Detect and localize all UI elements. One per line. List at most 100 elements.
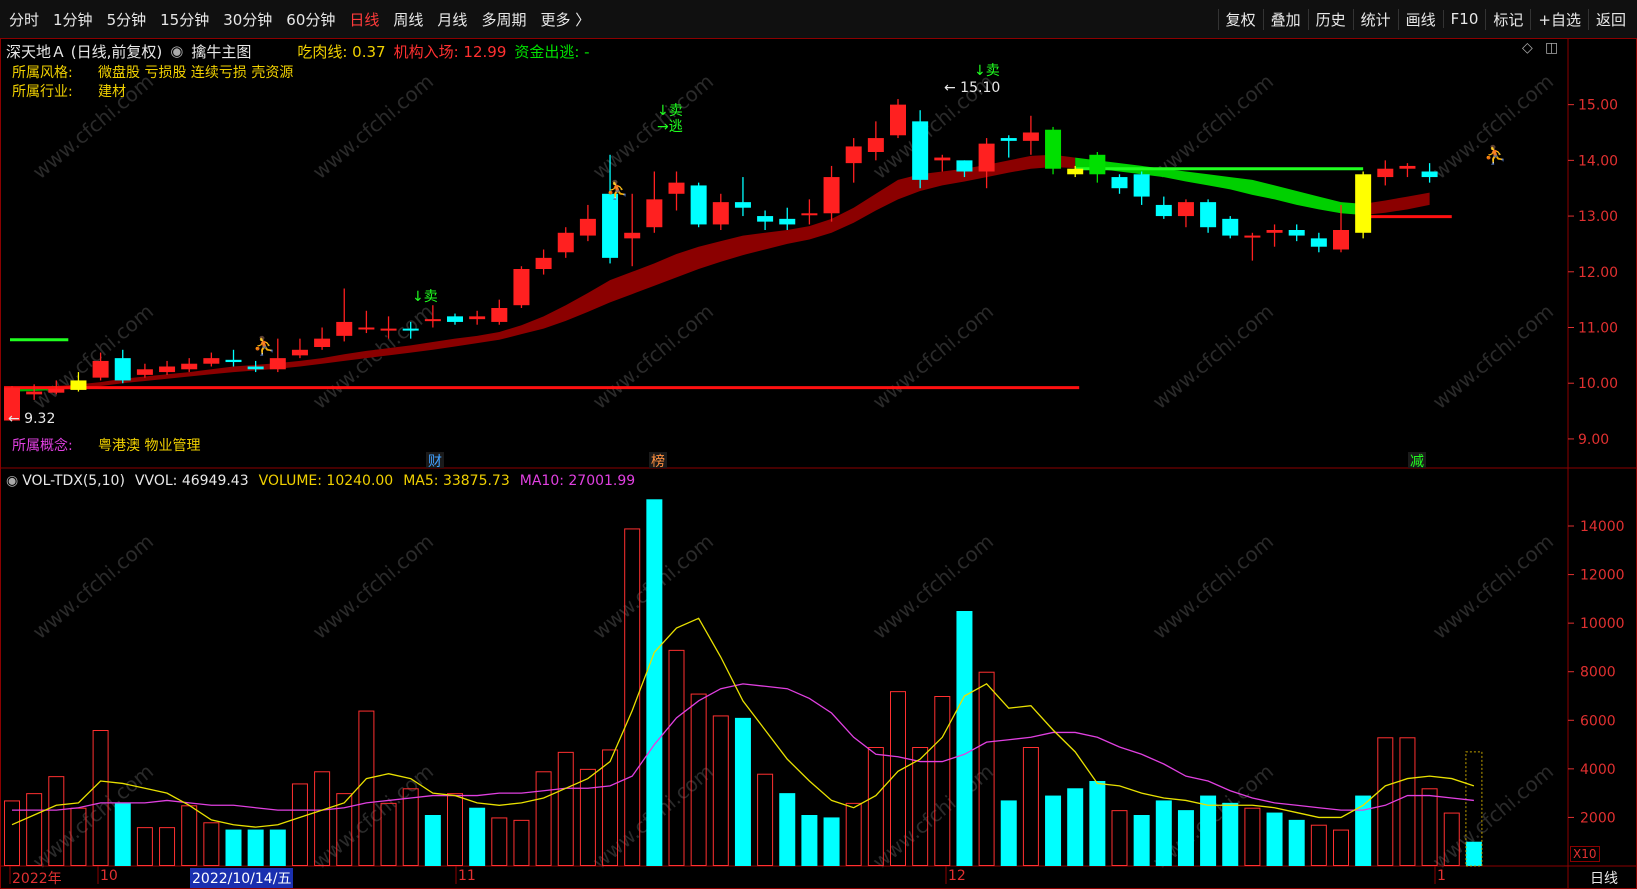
candle-body [579, 218, 596, 236]
candle-body [867, 138, 884, 152]
candle-body [602, 193, 619, 258]
candle-body [956, 160, 973, 172]
volume-bar [269, 829, 286, 866]
date-label-4: 12 [948, 868, 966, 884]
candle-body [1399, 165, 1416, 169]
date-label-1: 10 [100, 868, 118, 884]
volume-bar [159, 827, 176, 867]
volume-bar [535, 771, 552, 866]
candle-body [557, 232, 574, 253]
trend-band-red-late [1363, 192, 1430, 215]
candle-body [934, 157, 951, 161]
volume-bar [447, 793, 463, 867]
candle-body [912, 121, 929, 180]
volume-bar [469, 807, 486, 866]
volume-bar [1155, 800, 1172, 866]
candle-body [801, 213, 818, 216]
watermark: www.cfchi.com [588, 69, 718, 184]
volume-bar [668, 649, 685, 866]
volume-bar [1177, 810, 1194, 866]
volume-bar [557, 751, 574, 866]
candle-body [203, 358, 220, 364]
price-tick-label: 9.00 [1578, 432, 1609, 448]
volume-tick-label: 14000 [1580, 519, 1625, 535]
watermark: www.cfchi.com [868, 529, 998, 644]
volume-bar [358, 710, 375, 866]
volume-bar [203, 822, 220, 866]
candle-body [535, 257, 552, 269]
volume-bar [1000, 800, 1017, 866]
candle-body [336, 321, 353, 336]
candle-body [1067, 168, 1084, 175]
candle-body [48, 388, 65, 393]
candle-body [757, 216, 774, 222]
candle-body [1155, 204, 1172, 217]
watermark: www.cfchi.com [1428, 299, 1558, 414]
candle-body [712, 202, 729, 225]
sell-signal-3: ↓卖 [974, 63, 1000, 79]
candle-body [1244, 235, 1261, 238]
volume-tick-label: 2000 [1580, 810, 1616, 826]
volume-bar [1465, 841, 1482, 866]
runner-icon: ⛹ [1484, 144, 1506, 166]
high-price-label: ← 15.10 [944, 80, 1000, 96]
candle-body [491, 308, 508, 322]
date-label-2: 2022/10/14/五 [190, 868, 294, 888]
volume-tick-label: 8000 [1580, 665, 1616, 681]
volume-tick-label: 10000 [1580, 616, 1625, 632]
candle-body [646, 199, 663, 228]
candle-body [690, 185, 707, 225]
period-indicator[interactable]: 日线 [1590, 868, 1618, 888]
candle-body [314, 338, 331, 347]
candle-body [1355, 174, 1372, 233]
volume-bar [712, 715, 729, 867]
watermark: www.cfchi.com [868, 759, 998, 874]
candle-body [26, 391, 43, 395]
candle-body [734, 202, 751, 208]
candle-body [1045, 129, 1062, 169]
runner-icon: ⛹ [606, 179, 628, 201]
candle-body [1333, 230, 1349, 250]
date-label-5: 1 [1437, 868, 1446, 884]
volume-bar [1266, 812, 1283, 866]
volume-bar [801, 815, 818, 866]
candle-body [380, 328, 397, 331]
watermark: www.cfchi.com [28, 299, 158, 414]
watermark: www.cfchi.com [868, 299, 998, 414]
event-tag-jian: 减 [1410, 454, 1424, 470]
volume-bar [934, 696, 951, 866]
price-tick-label: 11.00 [1578, 321, 1618, 337]
candle-body [70, 380, 87, 390]
volume-bar [1377, 737, 1394, 866]
volume-bar [491, 817, 508, 867]
sell-signal-2: ↓卖 [657, 103, 683, 119]
watermark: www.cfchi.com [1428, 69, 1558, 184]
volume-bar [1045, 795, 1062, 866]
candle-body [668, 182, 685, 194]
volume-bar [1333, 829, 1349, 866]
candle-body [1200, 202, 1217, 228]
candle-body [402, 328, 419, 331]
candle-body [269, 358, 286, 370]
price-tick-label: 15.00 [1578, 98, 1618, 114]
candle-body [247, 366, 264, 370]
volume-bar [779, 793, 796, 866]
volume-bar [1355, 795, 1372, 866]
candle-body [845, 146, 862, 164]
kline-chart[interactable]: www.cfchi.com www.cfchi.com www.cfchi.com w… [0, 0, 1637, 889]
volume-bar [1133, 815, 1150, 866]
volume-bar [1310, 824, 1327, 867]
volume-tick-label: 6000 [1580, 713, 1616, 729]
candle-body [1266, 230, 1283, 233]
volume-bar [1222, 802, 1239, 866]
volume-tick-label: 12000 [1580, 568, 1625, 584]
candle-body [513, 269, 530, 306]
chart-frame [0, 38, 1637, 889]
diamond-icon: ◇ [1522, 40, 1533, 56]
volume-bar [1022, 747, 1039, 866]
candle-body [1111, 177, 1128, 189]
candle-body [1177, 202, 1194, 217]
price-tick-label: 14.00 [1578, 153, 1618, 169]
watermark: www.cfchi.com [28, 529, 158, 644]
event-tag-cai: 财 [428, 454, 442, 470]
